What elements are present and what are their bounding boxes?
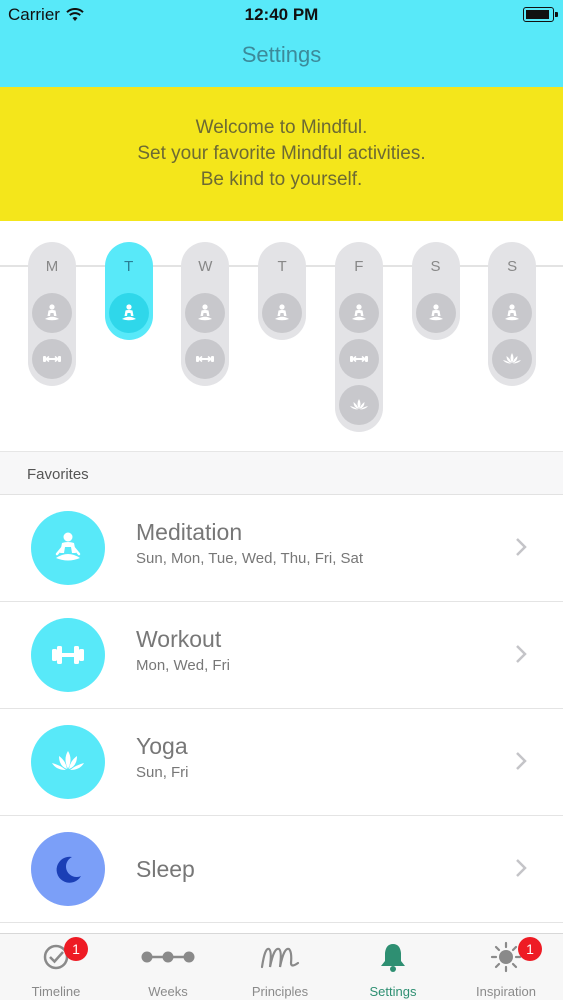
yoga-icon	[503, 353, 522, 364]
day-activity[interactable]	[185, 339, 226, 379]
day-activity[interactable]	[338, 293, 379, 333]
moon-icon	[56, 856, 81, 883]
dots-line-icon	[141, 951, 195, 963]
workout-icon	[196, 355, 215, 363]
welcome-line: Set your favorite Mindful activities.	[137, 143, 426, 164]
tab-icon-wrap	[0, 940, 112, 974]
meditation-icon	[275, 304, 290, 321]
day-activity[interactable]	[492, 339, 533, 379]
workout-icon	[349, 355, 368, 363]
day-letter: M	[45, 257, 59, 275]
tab-bar: 1 Timeline Weeks Principles Settings 1 I…	[0, 933, 563, 1000]
workout-icon	[43, 355, 61, 363]
day-activity[interactable]	[32, 339, 72, 379]
meditation-icon	[428, 304, 443, 321]
favorite-name: Workout	[136, 626, 222, 652]
day-activity[interactable]	[338, 385, 379, 425]
meditation-icon	[198, 304, 213, 321]
notification-badge: 1	[518, 937, 542, 961]
day-letter: T	[277, 257, 287, 275]
day-column[interactable]: F	[334, 242, 383, 432]
meditation-icon	[121, 304, 136, 321]
day-column[interactable]: S	[411, 242, 460, 340]
status-time: 12:40 PM	[244, 5, 319, 24]
tab-icon-wrap	[224, 940, 336, 974]
workout-icon	[52, 646, 84, 664]
tab-label: Inspiration	[476, 984, 536, 999]
meditation-icon	[55, 532, 81, 561]
tab-principles[interactable]: Principles	[224, 934, 336, 1000]
day-letter: S	[430, 257, 441, 275]
day-letter: S	[507, 257, 518, 275]
tab-label: Timeline	[31, 984, 81, 999]
day-activity[interactable]	[185, 293, 226, 333]
day-activity[interactable]	[338, 339, 379, 379]
favorite-days: Sun, Mon, Tue, Wed, Thu, Fri, Sat	[136, 550, 364, 567]
favorite-row-meditation[interactable]: Meditation Sun, Mon, Tue, Wed, Thu, Fri,…	[0, 495, 563, 602]
tab-timeline[interactable]: 1 Timeline	[0, 934, 112, 1000]
page-title: Settings	[241, 42, 322, 67]
day-letter: T	[124, 257, 134, 275]
welcome-banner: Welcome to Mindful. Set your favorite Mi…	[0, 87, 563, 221]
favorite-days: Sun, Fri	[136, 764, 189, 781]
tab-label: Settings	[369, 984, 417, 999]
tab-label: Principles	[251, 984, 309, 999]
meditation-icon	[45, 304, 59, 321]
favorite-days: Mon, Wed, Fri	[136, 657, 230, 674]
day-activity[interactable]	[492, 293, 533, 333]
battery-icon	[523, 7, 558, 22]
day-letter: W	[198, 257, 213, 275]
notification-badge: 1	[64, 937, 88, 961]
tab-settings[interactable]: Settings	[337, 934, 449, 1000]
day-column[interactable]: T	[104, 242, 153, 340]
day-letter: F	[354, 257, 364, 275]
yoga-badge	[31, 725, 105, 799]
favorite-name: Yoga	[136, 733, 188, 759]
day-activity[interactable]	[415, 293, 456, 333]
day-column[interactable]: S	[488, 242, 537, 386]
favorite-name: Meditation	[136, 519, 243, 545]
tab-icon-wrap	[337, 940, 449, 974]
sleep-badge	[31, 832, 105, 906]
chevron-right-icon	[516, 538, 527, 556]
day-column[interactable]: T	[258, 242, 307, 340]
yoga-icon	[349, 399, 368, 410]
meditation-icon	[351, 304, 366, 321]
sun-icon	[490, 941, 522, 973]
bell-icon	[381, 944, 405, 972]
meditation-icon	[505, 304, 520, 321]
meditation-badge	[31, 511, 105, 585]
favorite-row-sleep[interactable]: Sleep	[0, 816, 563, 923]
day-column[interactable]: M	[28, 242, 76, 386]
section-title: Favorites	[27, 466, 89, 483]
favorites-header: Favorites	[0, 451, 563, 495]
tab-weeks[interactable]: Weeks	[112, 934, 224, 1000]
chevron-right-icon	[516, 645, 527, 663]
status-bar: Carrier 12:40 PM	[0, 0, 563, 30]
tab-icon-wrap	[450, 940, 562, 974]
chevron-right-icon	[516, 859, 527, 877]
day-column[interactable]: W	[181, 242, 230, 386]
day-activity[interactable]	[262, 293, 303, 333]
tab-inspiration[interactable]: 1 Inspiration	[450, 934, 562, 1000]
script-m-icon	[260, 947, 300, 969]
day-activity[interactable]	[108, 293, 149, 333]
tab-label: Weeks	[148, 984, 188, 999]
welcome-line: Welcome to Mindful.	[195, 117, 368, 138]
day-activity[interactable]	[32, 293, 72, 333]
favorite-row-yoga[interactable]: Yoga Sun, Fri	[0, 709, 563, 816]
chevron-right-icon	[516, 752, 527, 770]
favorite-name: Sleep	[136, 856, 195, 882]
welcome-line: Be kind to yourself.	[200, 169, 363, 190]
yoga-icon	[52, 751, 84, 770]
tab-icon-wrap	[112, 940, 224, 974]
navigation-bar: Carrier 12:40 PM Settings	[0, 0, 563, 87]
favorite-row-workout[interactable]: Workout Mon, Wed, Fri	[0, 602, 563, 709]
battery-level	[526, 10, 549, 19]
workout-badge	[31, 618, 105, 692]
